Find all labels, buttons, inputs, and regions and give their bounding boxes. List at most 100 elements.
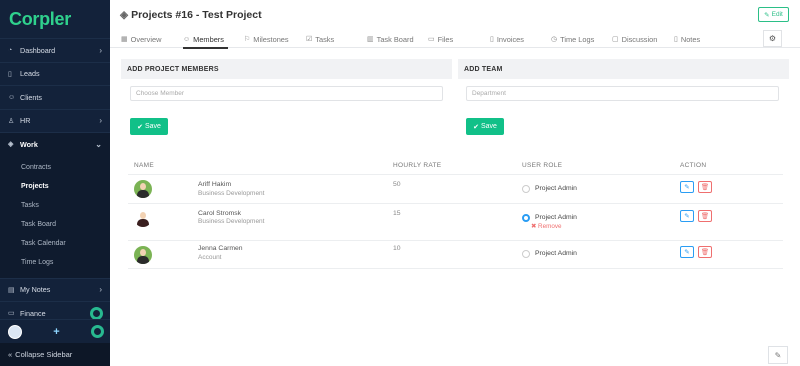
delete-member-button[interactable]: 🗑 bbox=[698, 210, 712, 222]
tab-overview[interactable]: ▦ Overview bbox=[121, 30, 161, 48]
tab-milestones[interactable]: ⚐ Milestones bbox=[244, 30, 289, 48]
save-label: Save bbox=[144, 123, 161, 130]
member-department: Business Development bbox=[198, 218, 265, 225]
chevron-right-icon: › bbox=[99, 116, 102, 126]
member-department: Business Development bbox=[198, 190, 265, 197]
edit-member-button[interactable]: ✎ bbox=[680, 181, 694, 193]
user-icon: ♙ bbox=[8, 117, 15, 125]
delete-member-button[interactable]: 🗑 bbox=[698, 181, 712, 193]
save-members-button[interactable]: ✔ Save bbox=[130, 118, 168, 135]
save-label: Save bbox=[480, 123, 497, 130]
chevron-down-icon: ⌄ bbox=[95, 139, 102, 149]
users-icon: ☺ bbox=[8, 93, 16, 101]
edit-label: Edit bbox=[771, 11, 783, 18]
project-admin-radio[interactable] bbox=[522, 250, 530, 258]
edit-member-button[interactable]: ✎ bbox=[680, 210, 694, 222]
tab-label: Milestones bbox=[253, 34, 289, 44]
hourly-rate: 15 bbox=[393, 210, 401, 217]
sidebar-subitem-contracts[interactable]: Contracts bbox=[0, 158, 110, 177]
sidebar-subitem-task-calendar[interactable]: Task Calendar bbox=[0, 234, 110, 253]
quick-note-button[interactable]: ✎ bbox=[768, 346, 788, 364]
close-icon: ✖ bbox=[531, 223, 537, 230]
tab-discussion[interactable]: ▢ Discussion bbox=[612, 30, 657, 48]
grid-icon: ▦ bbox=[121, 36, 128, 43]
collapse-sidebar-button[interactable]: « Collapse Sidebar bbox=[0, 343, 110, 366]
clock-icon: ◷ bbox=[551, 36, 558, 43]
users-icon: ☺ bbox=[183, 35, 191, 43]
tab-tasks[interactable]: ☑ Tasks bbox=[306, 30, 334, 48]
check-icon: ✔ bbox=[137, 123, 143, 131]
hourly-rate: 50 bbox=[393, 181, 401, 188]
sidebar-item-label: Clients bbox=[20, 92, 42, 102]
file-icon: ▯ bbox=[490, 36, 494, 43]
tab-label: Invoices bbox=[496, 34, 524, 44]
layers-icon: ◈ bbox=[120, 9, 129, 21]
sidebar-subitem-projects[interactable]: Projects bbox=[0, 177, 110, 196]
chat-icon: ▢ bbox=[612, 36, 619, 43]
sidebar-item-my-notes[interactable]: ▤ My Notes › bbox=[0, 277, 110, 302]
member-name: Carol Stromsk bbox=[198, 210, 242, 217]
delete-member-button[interactable]: 🗑 bbox=[698, 246, 712, 258]
trash-icon: 🗑 bbox=[700, 249, 710, 256]
collapse-label: Collapse Sidebar bbox=[15, 350, 73, 359]
note-icon: ▯ bbox=[674, 36, 678, 43]
sidebar-item-label: Finance bbox=[20, 308, 46, 318]
tab-invoices[interactable]: ▯ Invoices bbox=[490, 30, 524, 48]
trash-icon: 🗑 bbox=[700, 184, 710, 191]
money-icon: ▭ bbox=[8, 310, 15, 318]
edit-button[interactable]: ✎ Edit bbox=[758, 7, 789, 22]
settings-button[interactable]: ⚙ bbox=[763, 30, 782, 47]
tab-members[interactable]: ☺ Members bbox=[183, 30, 228, 49]
sidebar-item-label: My Notes bbox=[20, 285, 51, 295]
hourly-rate: 10 bbox=[393, 245, 401, 252]
sidebar-subitem-time-logs[interactable]: Time Logs bbox=[0, 253, 110, 272]
avatar bbox=[134, 246, 152, 264]
avatar[interactable] bbox=[8, 324, 22, 339]
role-label: Project Admin bbox=[535, 185, 577, 192]
sidebar-subitem-task-board[interactable]: Task Board bbox=[0, 215, 110, 234]
sidebar-footer: + bbox=[0, 319, 110, 343]
tab-label: Task Board bbox=[376, 34, 414, 44]
page-title: ◈ Projects #16 - Test Project bbox=[120, 9, 262, 21]
member-name: Ariff Hakim bbox=[198, 181, 232, 188]
tab-label: Discussion bbox=[621, 34, 658, 44]
tab-task-board[interactable]: ▥ Task Board bbox=[367, 30, 414, 48]
tab-notes[interactable]: ▯ Notes bbox=[674, 30, 700, 48]
table-row: Carol Stromsk Business Development 15 Pr… bbox=[128, 203, 783, 240]
department-select[interactable]: Department bbox=[466, 86, 779, 101]
app-logo[interactable]: Corpler bbox=[0, 0, 110, 38]
double-chevron-left-icon: « bbox=[8, 350, 13, 359]
sidebar-item-leads[interactable]: ▯ Leads bbox=[0, 61, 110, 86]
edit-member-button[interactable]: ✎ bbox=[680, 246, 694, 258]
member-department: Account bbox=[198, 254, 222, 261]
avatar bbox=[134, 209, 152, 227]
tab-time-logs[interactable]: ◷ Time Logs bbox=[551, 30, 594, 48]
remove-label: Remove bbox=[538, 223, 562, 230]
sidebar-item-label: HR bbox=[20, 116, 31, 126]
sidebar-subitem-tasks[interactable]: Tasks bbox=[0, 196, 110, 215]
choose-member-select[interactable]: Choose Member bbox=[130, 86, 443, 101]
folder-icon: ▭ bbox=[428, 36, 435, 43]
tab-label: Files bbox=[437, 34, 454, 44]
tab-files[interactable]: ▭ Files bbox=[428, 30, 453, 48]
remove-role-link[interactable]: ✖ Remove bbox=[531, 223, 561, 230]
project-admin-radio[interactable] bbox=[522, 214, 530, 222]
table-row: Jenna Carmen Account 10 Project Admin ✎ … bbox=[128, 240, 783, 269]
member-name: Jenna Carmen bbox=[198, 245, 243, 252]
sidebar-item-hr[interactable]: ♙ HR › bbox=[0, 108, 110, 133]
choose-member-placeholder: Choose Member bbox=[136, 90, 185, 97]
work-submenu: Contracts Projects Tasks Task Board Task… bbox=[0, 155, 110, 278]
chevron-right-icon: › bbox=[99, 285, 102, 295]
status-ring-icon[interactable] bbox=[91, 325, 104, 338]
sidebar-item-work[interactable]: ◈ Work ⌄ bbox=[0, 132, 110, 156]
col-header-user-role: USER ROLE bbox=[522, 162, 563, 169]
add-members-heading: ADD PROJECT MEMBERS bbox=[121, 59, 452, 79]
project-admin-radio[interactable] bbox=[522, 185, 530, 193]
edit-icon: ✎ bbox=[764, 11, 770, 19]
tab-label: Overview bbox=[130, 34, 162, 44]
sidebar-item-clients[interactable]: ☺ Clients bbox=[0, 85, 110, 109]
sidebar-item-dashboard[interactable]: ◔ Dashboard › bbox=[0, 38, 110, 62]
tab-label: Members bbox=[193, 34, 224, 44]
save-team-button[interactable]: ✔ Save bbox=[466, 118, 504, 135]
plus-icon[interactable]: + bbox=[53, 326, 59, 338]
